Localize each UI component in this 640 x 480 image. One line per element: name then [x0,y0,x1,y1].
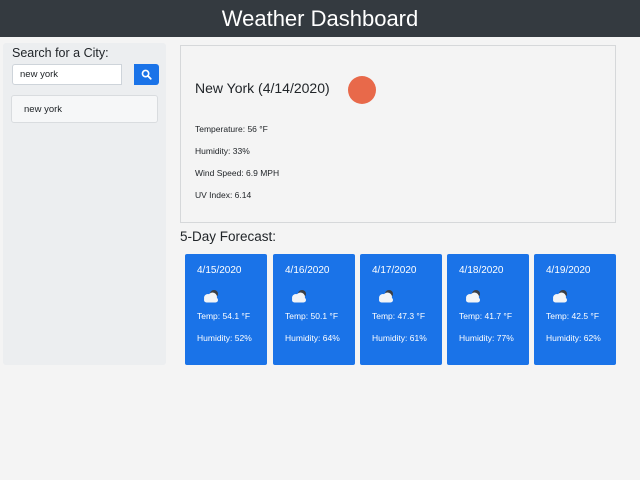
sun-icon [348,76,376,104]
forecast-date: 4/17/2020 [372,265,417,276]
forecast-date: 4/16/2020 [285,265,330,276]
forecast-card: 4/17/2020 Temp: 47.3 °F Humidity: 61% [360,254,442,365]
forecast-title: 5-Day Forecast: [180,229,277,244]
header-bar: Weather Dashboard [0,0,640,37]
forecast-temp: Temp: 42.5 °F [546,311,600,321]
forecast-humidity: Humidity: 77% [459,333,514,343]
forecast-date: 4/18/2020 [459,265,504,276]
forecast-temp: Temp: 47.3 °F [372,311,426,321]
wind-speed-text: Wind Speed: 6.9 MPH [195,168,280,178]
forecast-card: 4/19/2020 Temp: 42.5 °F Humidity: 62% [534,254,616,365]
temperature-text: Temperature: 56 °F [195,124,268,134]
forecast-temp: Temp: 41.7 °F [459,311,513,321]
search-sidebar: Search for a City: new york [3,43,166,365]
page-title: Weather Dashboard [221,5,419,31]
search-history-item[interactable]: new york [11,95,158,123]
partly-cloudy-icon [553,290,567,303]
forecast-card: 4/15/2020 Temp: 54.1 °F Humidity: 52% [185,254,267,365]
search-icon [141,69,152,80]
search-label: Search for a City: [12,46,109,60]
current-weather-card: New York (4/14/2020) Temperature: 56 °F … [180,45,616,223]
uv-index-text: UV Index: 6.14 [195,190,252,200]
forecast-card: 4/16/2020 Temp: 50.1 °F Humidity: 64% [273,254,355,365]
forecast-temp: Temp: 50.1 °F [285,311,339,321]
search-button[interactable] [134,64,159,85]
forecast-date: 4/15/2020 [197,265,242,276]
forecast-humidity: Humidity: 52% [197,333,252,343]
humidity-text: Humidity: 33% [195,146,250,156]
forecast-temp: Temp: 54.1 °F [197,311,251,321]
forecast-date: 4/19/2020 [546,265,591,276]
partly-cloudy-icon [379,290,393,303]
partly-cloudy-icon [204,290,218,303]
partly-cloudy-icon [466,290,480,303]
city-search-input[interactable] [12,64,122,85]
partly-cloudy-icon [292,290,306,303]
forecast-humidity: Humidity: 61% [372,333,427,343]
current-city-title: New York (4/14/2020) [195,80,330,96]
forecast-humidity: Humidity: 64% [285,333,340,343]
forecast-humidity: Humidity: 62% [546,333,601,343]
forecast-card: 4/18/2020 Temp: 41.7 °F Humidity: 77% [447,254,529,365]
